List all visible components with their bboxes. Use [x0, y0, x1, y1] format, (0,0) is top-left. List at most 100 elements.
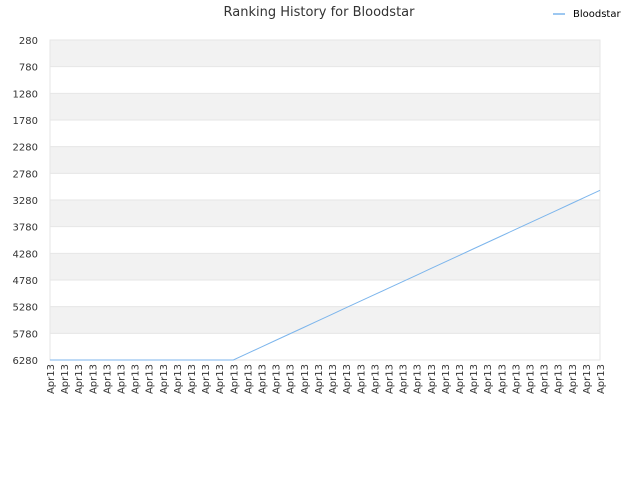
plot-band — [50, 120, 600, 147]
x-tick-label: Apr13 — [441, 364, 452, 394]
y-tick-label: 5780 — [13, 329, 38, 340]
y-tick-label: 2280 — [13, 143, 38, 154]
y-tick-label: 3780 — [13, 223, 38, 234]
data-point — [134, 359, 135, 360]
data-point — [205, 359, 206, 360]
data-point — [402, 281, 403, 282]
data-point — [346, 307, 347, 308]
x-tick-label: Apr13 — [384, 364, 395, 394]
data-point — [374, 294, 375, 295]
data-point — [106, 359, 107, 360]
data-point — [303, 327, 304, 328]
data-point — [64, 359, 65, 360]
y-tick-label: 6280 — [13, 356, 38, 367]
plot-band — [50, 146, 600, 174]
ranking-chart: 280 780 1280 1780 2280 2780 3280 3780 4280 4780 52… — [13, 5, 622, 394]
y-tick-label: 2780 — [13, 169, 38, 180]
x-tick-label: Apr13 — [201, 364, 212, 394]
x-tick-label: Apr13 — [131, 364, 142, 394]
x-tick-label: Apr13 — [455, 364, 466, 394]
data-point — [261, 346, 262, 347]
x-tick-label: Apr13 — [525, 364, 536, 394]
x-tick-label: Apr13 — [117, 364, 128, 394]
plot-band — [50, 226, 600, 254]
data-point — [120, 359, 121, 360]
data-point — [219, 359, 220, 360]
x-tick-label: Apr13 — [399, 364, 410, 394]
x-tick-label: Apr13 — [74, 364, 85, 394]
data-point — [92, 359, 93, 360]
x-tick-label: Apr13 — [356, 364, 367, 394]
data-point — [317, 320, 318, 321]
y-tick-label: 1780 — [13, 116, 38, 127]
x-tick-label: Apr13 — [314, 364, 325, 394]
data-point — [247, 353, 248, 354]
data-point — [233, 359, 234, 360]
x-tick-label: Apr13 — [582, 364, 593, 394]
data-point — [162, 359, 163, 360]
x-tick-label: Apr13 — [243, 364, 254, 394]
x-tick-label: Apr13 — [187, 364, 198, 394]
plot-band — [50, 40, 600, 67]
data-point — [430, 268, 431, 269]
plot-band — [50, 93, 600, 120]
data-point — [388, 288, 389, 289]
x-tick-label: Apr13 — [483, 364, 494, 394]
y-tick-label: 5280 — [13, 303, 38, 314]
x-tick-label: Apr13 — [596, 364, 607, 394]
x-tick-label: Apr13 — [173, 364, 184, 394]
y-tick-label: 780 — [19, 63, 38, 74]
data-point — [557, 209, 558, 210]
data-point — [515, 229, 516, 230]
x-tick-label: Apr13 — [554, 364, 565, 394]
x-tick-label: Apr13 — [102, 364, 113, 394]
x-tick-label: Apr13 — [145, 364, 156, 394]
data-point — [416, 275, 417, 276]
y-tick-label: 3280 — [13, 196, 38, 207]
plot-band — [50, 306, 600, 334]
plot-band — [50, 280, 600, 307]
x-tick-label: Apr13 — [88, 364, 99, 394]
data-point — [289, 333, 290, 334]
x-tick-label: Apr13 — [159, 364, 170, 394]
plot-band — [50, 333, 600, 360]
data-point — [585, 196, 586, 197]
data-point — [78, 359, 79, 360]
x-tick-label: Apr13 — [272, 364, 283, 394]
legend[interactable]: Bloodstar — [553, 9, 621, 20]
plot-band — [50, 200, 600, 227]
data-point — [360, 301, 361, 302]
data-point — [148, 359, 149, 360]
x-tick-label: Apr13 — [511, 364, 522, 394]
y-tick-label: 280 — [19, 36, 38, 47]
x-tick-label: Apr13 — [46, 364, 57, 394]
x-tick-label: Apr13 — [540, 364, 551, 394]
chart-title: Ranking History for Bloodstar — [224, 5, 416, 20]
data-point — [176, 359, 177, 360]
plot-band — [50, 173, 600, 200]
plot-band — [50, 253, 600, 280]
data-point — [571, 203, 572, 204]
data-point — [275, 340, 276, 341]
x-tick-label: Apr13 — [342, 364, 353, 394]
x-tick-label: Apr13 — [60, 364, 71, 394]
x-tick-label: Apr13 — [286, 364, 297, 394]
legend-label-bloodstar: Bloodstar — [573, 9, 621, 20]
y-tick-label: 1280 — [13, 89, 38, 100]
x-tick-label: Apr13 — [328, 364, 339, 394]
data-point — [444, 261, 445, 262]
data-point — [543, 216, 544, 217]
data-point — [190, 359, 191, 360]
x-axis-ticks: Apr13 Apr13 Apr13 Apr13 Apr13 Apr13 Apr13 Apr13… — [46, 364, 607, 394]
data-point — [49, 359, 50, 360]
x-tick-label: Apr13 — [229, 364, 240, 394]
x-tick-label: Apr13 — [370, 364, 381, 394]
data-point — [529, 222, 530, 223]
y-tick-label: 4280 — [13, 249, 38, 260]
x-tick-label: Apr13 — [215, 364, 226, 394]
x-tick-label: Apr13 — [300, 364, 311, 394]
x-tick-label: Apr13 — [469, 364, 480, 394]
x-tick-label: Apr13 — [497, 364, 508, 394]
y-axis-ticks: 280 780 1280 1780 2280 2780 3280 3780 4280 4780 52… — [13, 36, 38, 367]
x-tick-label: Apr13 — [413, 364, 424, 394]
